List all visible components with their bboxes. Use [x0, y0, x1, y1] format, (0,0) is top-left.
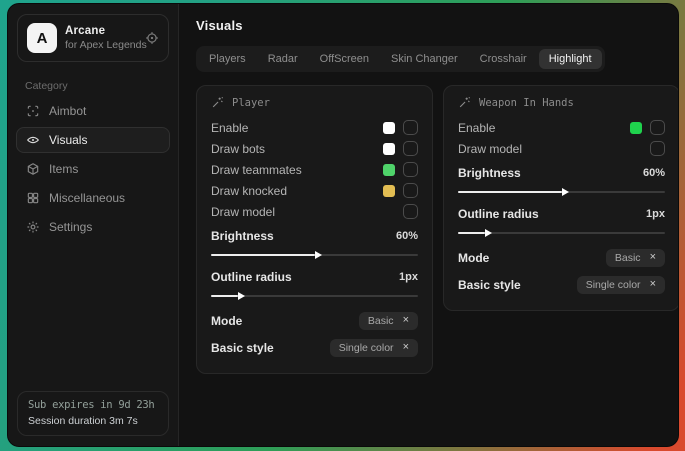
- panel-title: Weapon In Hands: [479, 97, 574, 109]
- target-settings-icon[interactable]: [145, 31, 159, 45]
- checkbox[interactable]: [403, 162, 418, 177]
- color-swatch[interactable]: [383, 164, 395, 176]
- outline-radius-slider[interactable]: [211, 295, 418, 297]
- color-swatch[interactable]: [383, 143, 395, 155]
- gear-icon: [26, 220, 40, 234]
- sidebar-item-settings[interactable]: Settings: [16, 214, 170, 240]
- remove-tag-icon[interactable]: ×: [650, 279, 656, 290]
- remove-tag-icon[interactable]: ×: [403, 342, 409, 353]
- mode-select-chip[interactable]: Basic ×: [359, 312, 418, 330]
- setting-row-draw-model: Draw model: [458, 138, 665, 159]
- sidebar-item-visuals[interactable]: Visuals: [16, 127, 170, 153]
- sidebar-item-aimbot[interactable]: Aimbot: [16, 98, 170, 124]
- app-logo: A: [27, 23, 57, 53]
- slider-thumb[interactable]: [485, 229, 492, 237]
- wand-icon: [211, 96, 224, 109]
- app-title: Arcane: [65, 25, 137, 37]
- sidebar-item-label: Visuals: [49, 133, 87, 147]
- tab-radar[interactable]: Radar: [258, 49, 308, 69]
- slider-value: 60%: [396, 230, 418, 242]
- brightness-slider[interactable]: [458, 191, 665, 193]
- eye-icon: [26, 133, 40, 147]
- tab-skin-changer[interactable]: Skin Changer: [381, 49, 468, 69]
- tab-crosshair[interactable]: Crosshair: [470, 49, 537, 69]
- checkbox[interactable]: [650, 120, 665, 135]
- panels-row: Player Enable Draw bots: [196, 85, 679, 374]
- session-duration-text: Session duration 3m 7s: [28, 415, 158, 427]
- layout-grid-icon: [26, 191, 40, 205]
- remove-tag-icon[interactable]: ×: [650, 252, 656, 263]
- basic-style-select-chip[interactable]: Single color ×: [330, 339, 418, 357]
- sidebar-item-label: Settings: [49, 220, 92, 234]
- sidebar-item-label: Aimbot: [49, 104, 86, 118]
- setting-row-outline-radius: Outline radius 1px: [211, 266, 418, 287]
- color-swatch[interactable]: [383, 122, 395, 134]
- panel-player: Player Enable Draw bots: [196, 85, 433, 374]
- app-window: A Arcane for Apex Legends Category: [7, 3, 679, 447]
- tab-players[interactable]: Players: [199, 49, 256, 69]
- outline-radius-slider[interactable]: [458, 232, 665, 234]
- panel-title: Player: [232, 97, 270, 109]
- checkbox[interactable]: [403, 183, 418, 198]
- setting-row-brightness: Brightness 60%: [211, 225, 418, 246]
- sidebar-item-miscellaneous[interactable]: Miscellaneous: [16, 185, 170, 211]
- app-subtitle: for Apex Legends: [65, 39, 137, 51]
- basic-style-select-chip[interactable]: Single color ×: [577, 276, 665, 294]
- sub-expiry-text: Sub expires in 9d 23h: [28, 399, 158, 411]
- crosshair-scan-icon: [26, 104, 40, 118]
- slider-value: 1px: [399, 271, 418, 283]
- setting-row-draw-bots: Draw bots: [211, 138, 418, 159]
- color-swatch[interactable]: [383, 185, 395, 197]
- setting-row-enable: Enable: [458, 117, 665, 138]
- tab-bar: Players Radar OffScreen Skin Changer Cro…: [196, 46, 605, 72]
- tab-highlight[interactable]: Highlight: [539, 49, 602, 69]
- setting-row-mode: Mode Basic ×: [211, 307, 418, 334]
- wand-icon: [458, 96, 471, 109]
- sidebar-item-items[interactable]: Items: [16, 156, 170, 182]
- sidebar-item-label: Items: [49, 162, 78, 176]
- slider-value: 1px: [646, 208, 665, 220]
- checkbox[interactable]: [403, 120, 418, 135]
- sidebar-item-label: Miscellaneous: [49, 191, 125, 205]
- setting-row-draw-model: Draw model: [211, 201, 418, 222]
- page-title: Visuals: [196, 18, 679, 33]
- checkbox[interactable]: [403, 204, 418, 219]
- setting-row-basic-style: Basic style Single color ×: [211, 334, 418, 361]
- main-content: Visuals Players Radar OffScreen Skin Cha…: [179, 4, 679, 446]
- mode-select-chip[interactable]: Basic ×: [606, 249, 665, 267]
- checkbox[interactable]: [403, 141, 418, 156]
- setting-row-basic-style: Basic style Single color ×: [458, 271, 665, 298]
- tab-offscreen[interactable]: OffScreen: [310, 49, 379, 69]
- checkbox[interactable]: [650, 141, 665, 156]
- category-label: Category: [25, 80, 178, 92]
- slider-thumb[interactable]: [315, 251, 322, 259]
- setting-row-draw-teammates: Draw teammates: [211, 159, 418, 180]
- panel-weapon-in-hands: Weapon In Hands Enable Draw model Bright…: [443, 85, 679, 311]
- setting-row-draw-knocked: Draw knocked: [211, 180, 418, 201]
- setting-row-enable: Enable: [211, 117, 418, 138]
- subscription-info-card: Sub expires in 9d 23h Session duration 3…: [17, 391, 169, 436]
- slider-thumb[interactable]: [562, 188, 569, 196]
- setting-row-brightness: Brightness 60%: [458, 162, 665, 183]
- brightness-slider[interactable]: [211, 254, 418, 256]
- setting-row-outline-radius: Outline radius 1px: [458, 203, 665, 224]
- app-header-card: A Arcane for Apex Legends: [17, 14, 169, 62]
- cube-icon: [26, 162, 40, 176]
- setting-row-mode: Mode Basic ×: [458, 244, 665, 271]
- slider-thumb[interactable]: [238, 292, 245, 300]
- sidebar-nav: Aimbot Visuals Items: [8, 98, 178, 240]
- sidebar: A Arcane for Apex Legends Category: [8, 4, 179, 446]
- color-swatch[interactable]: [630, 122, 642, 134]
- remove-tag-icon[interactable]: ×: [403, 315, 409, 326]
- slider-value: 60%: [643, 167, 665, 179]
